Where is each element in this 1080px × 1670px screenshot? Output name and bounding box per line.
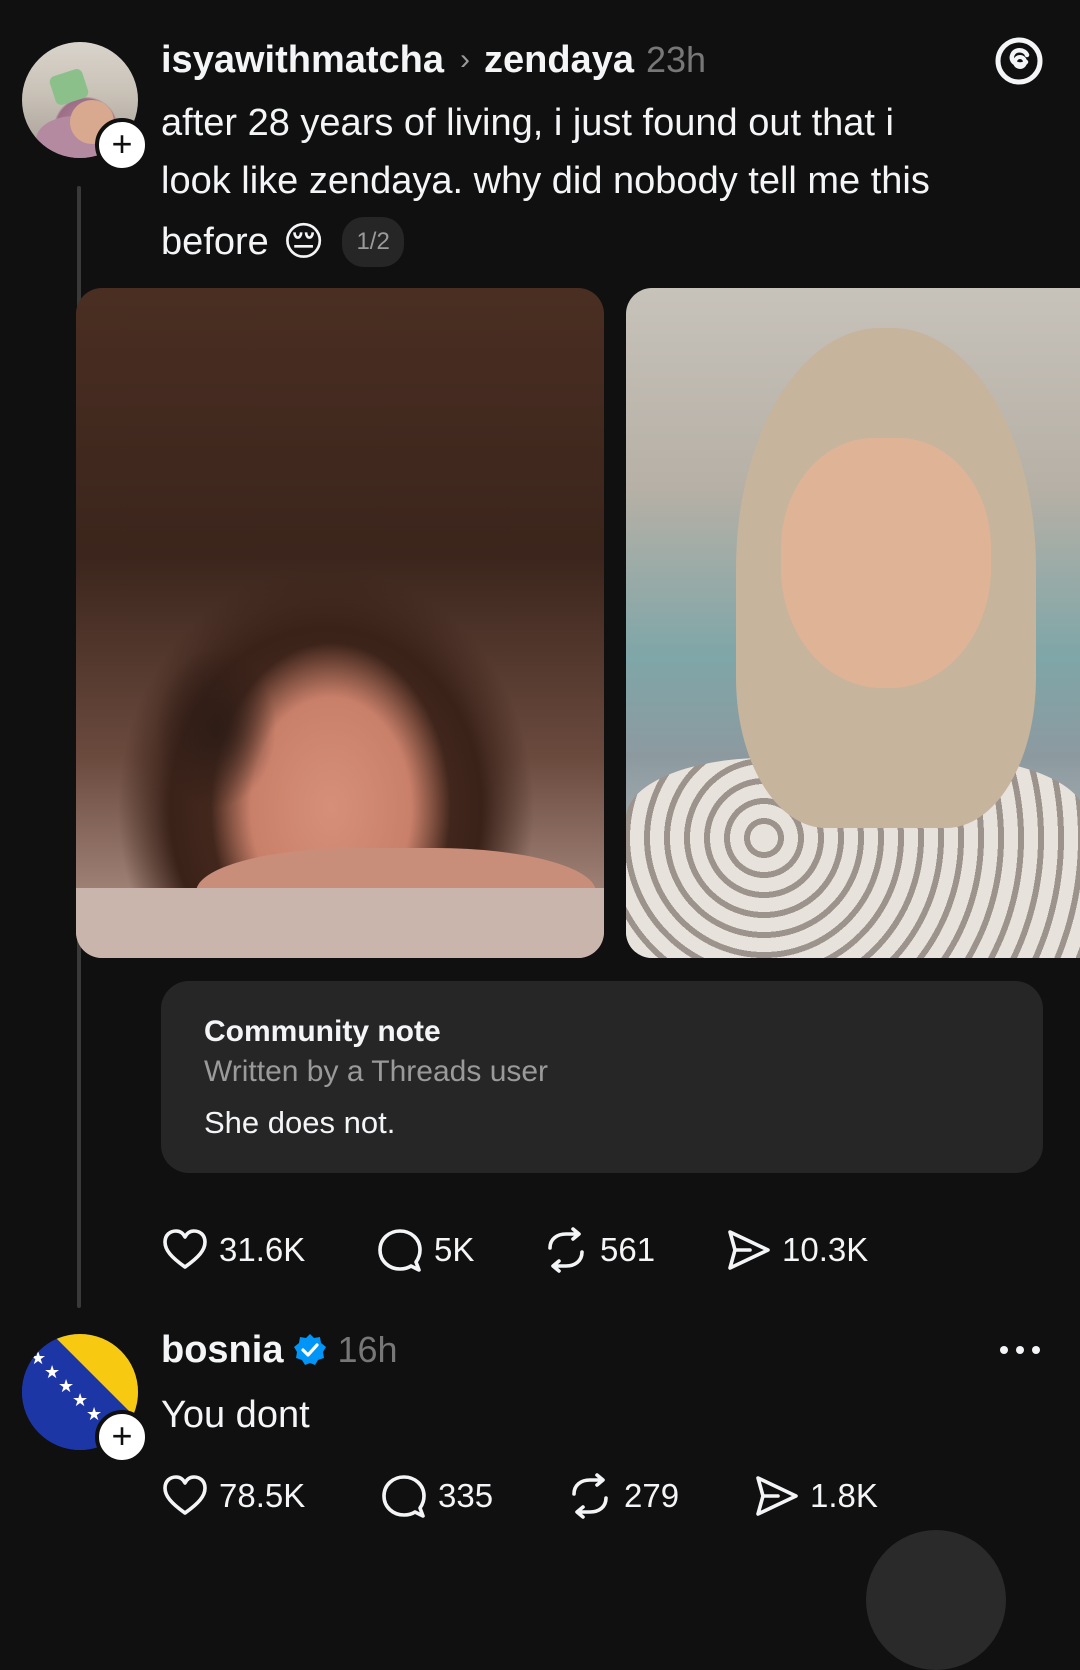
selfie-face — [781, 438, 991, 688]
post-time: 23h — [645, 39, 707, 80]
community-note-subtitle: Written by a Threads user — [204, 1055, 549, 1088]
chevron-right-icon: › — [460, 43, 470, 76]
more-dots-icon[interactable] — [998, 1340, 1042, 1360]
post-body: after 28 years of living, i just found o… — [161, 94, 1041, 274]
repost-icon — [572, 1473, 608, 1519]
threads-logo-icon[interactable] — [994, 35, 1044, 87]
heart-icon — [163, 1475, 207, 1515]
post-text-line-3-row: before 😔 1/2 — [161, 210, 1041, 274]
repost-count: 561 — [600, 1231, 656, 1268]
reply-text: You dont — [161, 1394, 310, 1436]
share-button[interactable]: 10.3K — [724, 1226, 868, 1274]
portrait-dress — [76, 888, 604, 958]
share-count: 10.3K — [782, 1231, 869, 1268]
follow-plus-icon[interactable]: + — [95, 118, 149, 172]
post-text-line-3: before — [161, 221, 269, 263]
repost-button[interactable]: 561 — [542, 1226, 655, 1274]
post-header: isyawithmatcha › zendaya 23h — [161, 38, 706, 82]
like-count: 31.6K — [219, 1231, 306, 1268]
floating-action-button[interactable] — [866, 1530, 1006, 1670]
reply-like-count: 78.5K — [219, 1477, 306, 1514]
reply-like-button[interactable]: 78.5K — [161, 1472, 305, 1520]
reply-button[interactable]: 5K — [376, 1226, 474, 1274]
reply-comment-button[interactable]: 335 — [380, 1472, 493, 1520]
post-text-line-2: look like zendaya. why did nobody tell m… — [161, 160, 930, 202]
comment-icon — [378, 1229, 422, 1272]
reply-target-username[interactable]: zendaya — [484, 39, 634, 82]
heart-icon — [163, 1229, 207, 1269]
reply-share-count: 1.8K — [810, 1477, 878, 1514]
pensive-face-emoji: 😔 — [282, 220, 325, 264]
post-text-line-1: after 28 years of living, i just found o… — [161, 102, 894, 144]
like-button[interactable]: 31.6K — [161, 1226, 305, 1274]
reply-share-button[interactable]: 1.8K — [752, 1472, 878, 1520]
post-image-2[interactable] — [626, 288, 1080, 958]
send-icon — [728, 1230, 770, 1270]
follow-plus-icon[interactable]: + — [95, 1410, 149, 1464]
reply-count: 5K — [434, 1231, 475, 1268]
verified-badge-icon — [294, 1334, 327, 1365]
repost-icon — [548, 1227, 584, 1273]
post-username[interactable]: isyawithmatcha — [161, 39, 444, 82]
post-image-1[interactable] — [76, 288, 604, 958]
comment-icon — [382, 1475, 426, 1518]
community-note[interactable]: Community note Written by a Threads user… — [161, 981, 1043, 1173]
page-indicator: 1/2 — [342, 217, 404, 267]
reply-comment-count: 335 — [438, 1477, 494, 1514]
community-note-body: She does not. — [204, 1105, 396, 1140]
reply-username[interactable]: bosnia — [161, 1329, 283, 1372]
reply-header: bosnia 16h — [161, 1328, 398, 1372]
reply-repost-count: 279 — [624, 1477, 680, 1514]
reply-repost-button[interactable]: 279 — [566, 1472, 679, 1520]
send-icon — [756, 1476, 798, 1516]
reply-time: 16h — [337, 1329, 398, 1370]
community-note-title: Community note — [204, 1015, 441, 1048]
